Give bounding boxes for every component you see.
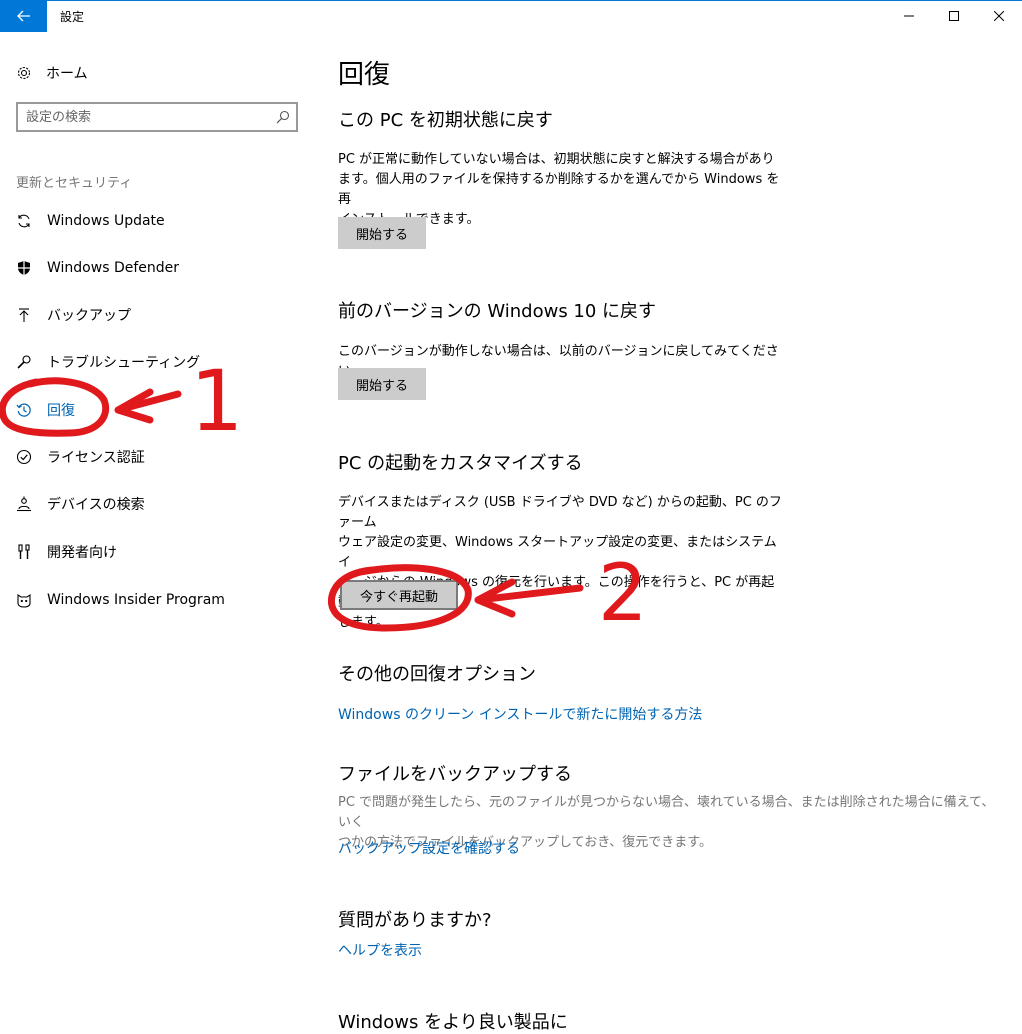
search-icon	[276, 110, 290, 124]
wrench-icon	[16, 354, 32, 370]
reset-heading: この PC を初期状態に戻す	[338, 110, 553, 131]
minimize-button[interactable]	[886, 0, 932, 32]
back-button[interactable]	[0, 0, 47, 32]
go-back-start-button[interactable]: 開始する	[338, 368, 427, 400]
text-line: PC が正常に動作していない場合は、初期状態に戻すと解決する場合があり	[338, 152, 775, 167]
sidebar-item-recovery[interactable]: 回復	[16, 398, 75, 422]
question-heading: 質問がありますか?	[338, 910, 492, 931]
text-line: ウェア設定の変更、Windows スタートアップ設定の変更、またはシステム イ	[338, 535, 777, 570]
sidebar-item-troubleshoot[interactable]: トラブルシューティング	[16, 350, 200, 374]
sidebar-item-windows-defender[interactable]: Windows Defender	[16, 256, 179, 280]
developer-tools-icon	[16, 544, 32, 560]
shield-icon	[16, 260, 32, 276]
text-line: します。	[338, 615, 389, 630]
minimize-icon	[904, 15, 914, 17]
sidebar-item-find-device[interactable]: デバイスの検索	[16, 492, 145, 516]
insider-cat-icon	[16, 592, 32, 608]
close-icon	[994, 11, 1004, 21]
back-arrow-icon	[16, 10, 30, 22]
sidebar-item-label: Windows Update	[47, 213, 165, 229]
sidebar-item-label: Windows Defender	[47, 260, 180, 276]
maximize-button[interactable]	[931, 0, 977, 32]
annotation-arrow-1	[114, 388, 182, 424]
history-icon	[16, 402, 32, 418]
sidebar-item-windows-update[interactable]: Windows Update	[16, 209, 165, 233]
window-title: 設定	[60, 10, 85, 24]
text-line: PC で問題が発生したら、元のファイルが見つからない場合、壊れている場合、または…	[338, 795, 995, 830]
sidebar-item-label: デバイスの検索	[47, 497, 145, 513]
title-bar-accent-line	[47, 0, 1022, 1]
text-line: デバイスまたはディスク (USB ドライブや DVD など) からの起動、PC …	[338, 495, 782, 530]
sidebar-item-label: Windows Insider Program	[47, 592, 225, 608]
check-circle-icon	[16, 449, 32, 465]
sidebar-item-label: 回復	[47, 403, 75, 419]
settings-search-box[interactable]	[16, 102, 298, 132]
gear-icon	[16, 65, 32, 81]
advanced-startup-description: デバイスまたはディスク (USB ドライブや DVD など) からの起動、PC …	[338, 493, 783, 633]
title-bar: 設定	[0, 0, 1022, 32]
person-pin-icon	[16, 496, 32, 512]
get-help-link[interactable]: ヘルプを表示	[338, 940, 422, 960]
sync-icon	[16, 213, 32, 229]
restart-now-button[interactable]: 今すぐ再起動	[340, 580, 459, 610]
page-title: 回復	[338, 60, 391, 90]
sidebar-item-label: バックアップ	[47, 308, 131, 324]
sidebar-item-label: トラブルシューティング	[47, 355, 201, 371]
backup-heading: ファイルをバックアップする	[338, 764, 572, 785]
backup-upload-icon	[16, 307, 32, 323]
search-input[interactable]	[26, 108, 266, 126]
sidebar-item-label: 開発者向け	[47, 545, 117, 561]
maximize-icon	[949, 11, 959, 21]
sidebar-item-activation[interactable]: ライセンス認証	[16, 445, 145, 469]
advanced-startup-heading: PC の起動をカスタマイズする	[338, 453, 583, 474]
feedback-heading: Windows をより良い製品に	[338, 1012, 568, 1033]
sidebar-group-label: 更新とセキュリティ	[16, 176, 133, 191]
nav-home-label: ホーム	[46, 66, 88, 82]
check-backup-settings-link[interactable]: バックアップ設定を確認する	[338, 838, 520, 858]
nav-home[interactable]: ホーム	[16, 62, 88, 84]
sidebar-item-insider[interactable]: Windows Insider Program	[16, 588, 225, 612]
close-button[interactable]	[976, 0, 1022, 32]
reset-start-button[interactable]: 開始する	[338, 217, 427, 249]
sidebar-item-backup[interactable]: バックアップ	[16, 303, 131, 327]
text-line: ます。個人用のファイルを保持するか削除するかを選んでから Windows を再	[338, 172, 780, 207]
go-back-heading: 前のバージョンの Windows 10 に戻す	[338, 301, 657, 322]
clean-install-link[interactable]: Windows のクリーン インストールで新たに開始する方法	[338, 704, 702, 724]
sidebar-item-label: ライセンス認証	[47, 450, 145, 466]
more-options-heading: その他の回復オプション	[338, 664, 536, 685]
sidebar-item-developers[interactable]: 開発者向け	[16, 540, 117, 564]
